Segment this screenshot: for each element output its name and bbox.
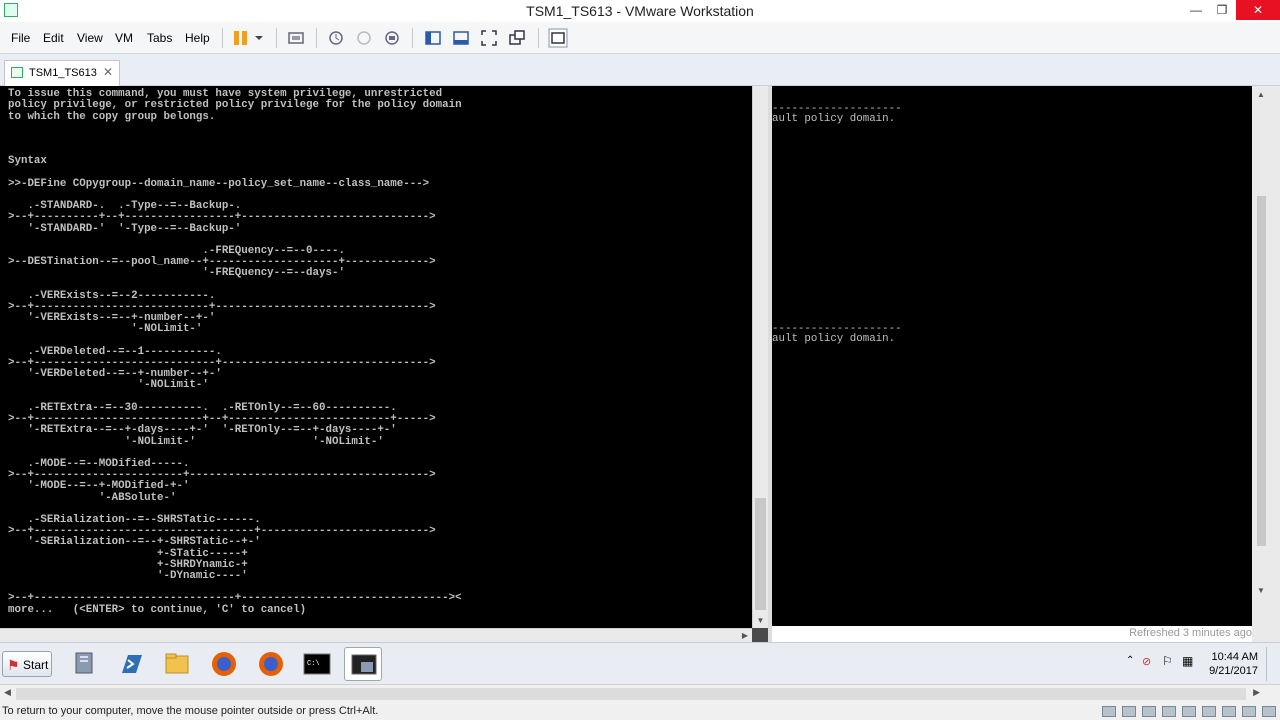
guest-vertical-scrollbar[interactable]: ▲ ▼	[1252, 86, 1280, 642]
background-console[interactable]: -------------------- ault policy domain.…	[772, 86, 1252, 626]
full-screen-icon[interactable]	[480, 29, 498, 47]
close-button[interactable]: ✕	[1236, 0, 1280, 20]
tab-close-icon[interactable]: ✕	[103, 65, 113, 79]
scroll-down-arrow-icon[interactable]: ▼	[753, 614, 768, 628]
network-icon[interactable]: ⊘	[1142, 655, 1151, 668]
tab-tsm1-ts613[interactable]: TSM1_TS613 ✕	[4, 60, 120, 86]
menu-file[interactable]: File	[11, 31, 30, 45]
snapshot-icon[interactable]	[327, 29, 345, 47]
menu-edit[interactable]: Edit	[43, 31, 64, 45]
revert-snapshot-icon[interactable]	[355, 29, 373, 47]
toolbar-separator	[412, 28, 413, 48]
display-icon[interactable]	[1222, 706, 1236, 717]
unity-icon[interactable]	[508, 29, 526, 47]
status-bar: To return to your computer, move the mou…	[0, 702, 1280, 720]
title-bar: TSM1_TS613 - VMware Workstation — ❐ ✕	[0, 0, 1280, 22]
clock-time: 10:44 AM	[1211, 651, 1258, 663]
vm-display[interactable]: To issue this command, you must have sys…	[0, 86, 1280, 714]
hard-disk-icon[interactable]	[1122, 706, 1136, 717]
scrollbar-thumb[interactable]	[1257, 196, 1266, 546]
window-horizontal-scrollbar[interactable]: ◀ ▶	[0, 684, 1280, 702]
background-console-text: ault policy domain.	[772, 113, 896, 125]
start-button[interactable]: ⚑ Start	[2, 651, 52, 677]
command-prompt-icon[interactable]: C:\	[298, 647, 336, 681]
clock-date: 9/21/2017	[1209, 665, 1258, 677]
svg-text:C:\: C:\	[307, 660, 320, 668]
hard-disk-icon[interactable]	[1102, 706, 1116, 717]
cd-dvd-icon[interactable]	[1142, 706, 1156, 717]
scroll-right-arrow-icon[interactable]: ▶	[738, 629, 752, 642]
server-manager-icon[interactable]	[66, 647, 104, 681]
network-status-icon[interactable]: ▦	[1182, 654, 1193, 668]
toolbar-separator	[538, 28, 539, 48]
thumbnail-bar-icon[interactable]	[452, 29, 470, 47]
action-center-flag-icon[interactable]: ⚐	[1162, 654, 1173, 668]
powershell-icon[interactable]	[112, 647, 150, 681]
show-library-icon[interactable]	[424, 29, 442, 47]
printer-icon[interactable]	[1242, 706, 1256, 717]
console-horizontal-scrollbar[interactable]: ▶	[0, 628, 752, 642]
scrollbar-thumb[interactable]	[16, 688, 1246, 700]
vm-tab-bar: TSM1_TS613 ✕	[0, 54, 1280, 86]
snapshot-manager-icon[interactable]	[383, 29, 401, 47]
scrollbar-thumb[interactable]	[755, 498, 766, 610]
firefox-icon[interactable]	[252, 647, 290, 681]
toolbar-separator	[316, 28, 317, 48]
chevron-down-icon[interactable]	[254, 29, 264, 47]
tab-label: TSM1_TS613	[29, 67, 97, 79]
message-log-icon[interactable]	[1262, 706, 1276, 717]
scroll-down-arrow-icon[interactable]: ▼	[1255, 586, 1267, 598]
menu-bar: File Edit View VM Tabs Help	[0, 22, 1280, 54]
vm-icon	[11, 67, 23, 78]
minimize-button[interactable]: —	[1182, 0, 1210, 20]
show-desktop-button[interactable]	[1266, 647, 1276, 681]
console-output: To issue this command, you must have sys…	[8, 88, 462, 616]
menu-help[interactable]: Help	[185, 31, 210, 45]
command-console[interactable]: To issue this command, you must have sys…	[0, 86, 752, 714]
toolbar-separator	[276, 28, 277, 48]
sound-card-icon[interactable]	[1202, 706, 1216, 717]
file-explorer-icon[interactable]	[158, 647, 196, 681]
console-vertical-scrollbar[interactable]: ▼	[752, 86, 768, 628]
pause-icon[interactable]	[232, 29, 250, 47]
network-adapter-icon[interactable]	[1162, 706, 1176, 717]
scroll-up-arrow-icon[interactable]: ▲	[1255, 90, 1267, 102]
refreshed-text: Refreshed 3 minutes ago	[1129, 627, 1252, 639]
tsm-console-icon[interactable]	[344, 647, 382, 681]
clock[interactable]: 10:44 AM 9/21/2017	[1209, 650, 1258, 678]
background-console-text: ault policy domain.	[772, 333, 896, 345]
menu-view[interactable]: View	[77, 31, 103, 45]
scroll-right-arrow-icon[interactable]: ▶	[1253, 687, 1260, 698]
system-tray: ⌃ ⊘ ⚐ ▦ 10:44 AM 9/21/2017	[1120, 643, 1280, 685]
firefox-icon[interactable]	[205, 647, 243, 681]
refresh-status-bar: Refreshed 3 minutes ago	[772, 626, 1252, 642]
status-message: To return to your computer, move the mou…	[2, 705, 379, 717]
menu-tabs[interactable]: Tabs	[147, 31, 172, 45]
toolbar-separator	[222, 28, 223, 48]
guest-taskbar: ⚑ Start C:\ ⌃ ⊘ ⚐ ▦ 10:44 AM 9/21/2017	[0, 642, 1280, 684]
scroll-left-arrow-icon[interactable]: ◀	[4, 687, 11, 698]
window-title: TSM1_TS613 - VMware Workstation	[526, 3, 754, 19]
start-label: Start	[23, 658, 49, 672]
restore-button[interactable]: ❐	[1208, 0, 1236, 20]
show-hidden-icons-icon[interactable]: ⌃	[1126, 655, 1134, 666]
usb-icon[interactable]	[1182, 706, 1196, 717]
console-view-icon[interactable]	[548, 28, 568, 48]
windows-flag-icon: ⚑	[7, 657, 20, 673]
send-ctrl-alt-del-icon[interactable]	[287, 29, 305, 47]
menu-vm[interactable]: VM	[115, 31, 133, 45]
